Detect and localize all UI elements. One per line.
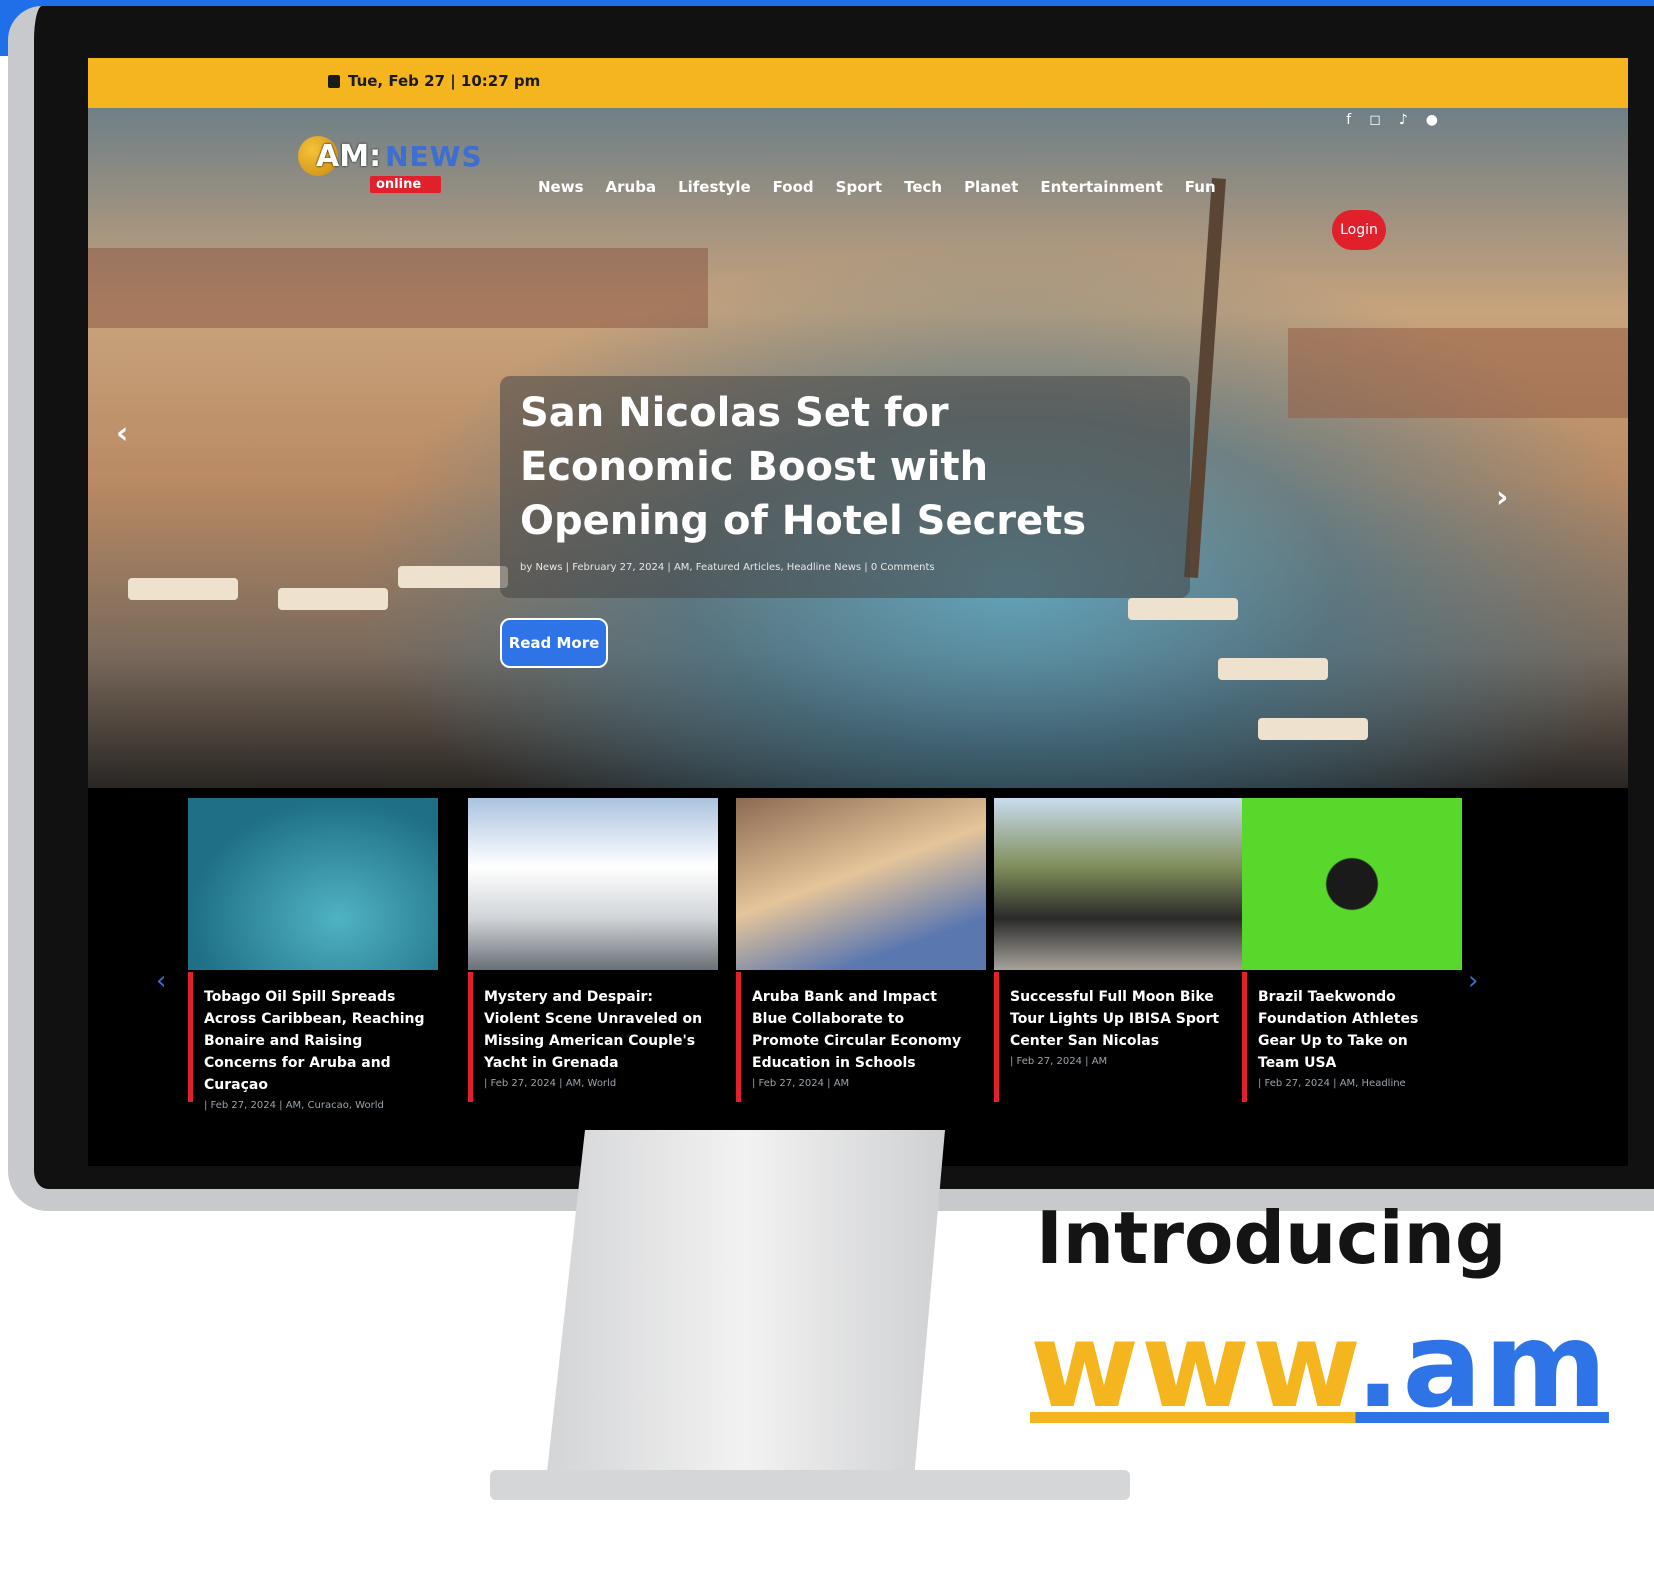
website-screen: Tue, Feb 27 | 10:27 pm San Nicolas Set f…	[88, 58, 1628, 1166]
news-card[interactable]: Tobago Oil Spill Spreads Across Caribbea…	[188, 798, 438, 1148]
nav-item-sport[interactable]: Sport	[836, 178, 882, 196]
news-card[interactable]: Mystery and Despair: Violent Scene Unrav…	[468, 798, 718, 1148]
card-accent-bar	[994, 972, 999, 1102]
card-meta: | Feb 27, 2024 | AM	[1010, 1056, 1108, 1067]
hero-bg-lounger	[278, 588, 388, 610]
logo-am: AM:	[316, 138, 382, 174]
hero-bg-lounger	[1258, 718, 1368, 740]
cards-next-arrow[interactable]: ›	[1468, 966, 1478, 996]
card-image-bike-tour	[994, 798, 1244, 970]
hero-next-arrow[interactable]: ›	[1496, 480, 1508, 515]
card-image-taekwondo-shirt	[1242, 798, 1462, 970]
nav-item-entertainment[interactable]: Entertainment	[1040, 178, 1162, 196]
nav-item-aruba[interactable]: Aruba	[606, 178, 657, 196]
card-meta: | Feb 27, 2024 | AM, World	[484, 1078, 617, 1089]
monitor-stand	[545, 1130, 945, 1490]
card-meta: | Feb 27, 2024 | AM, Curacao, World	[204, 1100, 384, 1111]
card-image-yacht	[468, 798, 718, 970]
cards-prev-arrow[interactable]: ‹	[156, 966, 166, 996]
hero-prev-arrow[interactable]: ‹	[116, 416, 128, 451]
read-more-button[interactable]: Read More	[500, 618, 608, 668]
login-button[interactable]: Login	[1332, 210, 1386, 250]
url-domain: .am	[1355, 1296, 1609, 1434]
date-text: Tue, Feb 27 | 10:27 pm	[348, 72, 541, 90]
card-accent-bar	[1242, 972, 1247, 1102]
hero-headline[interactable]: San Nicolas Set for Economic Boost with …	[520, 386, 1170, 548]
news-card[interactable]: Successful Full Moon Bike Tour Lights Up…	[994, 798, 1244, 1148]
site-logo[interactable]: AM: NEWS online	[298, 136, 483, 193]
youtube-icon[interactable]: ●	[1426, 112, 1438, 128]
url-www: www	[1030, 1296, 1356, 1434]
card-meta: | Feb 27, 2024 | AM, Headline	[1258, 1078, 1406, 1089]
card-title[interactable]: Mystery and Despair: Violent Scene Unrav…	[484, 986, 708, 1074]
nav-item-tech[interactable]: Tech	[904, 178, 942, 196]
social-links: f ◻ ♪ ●	[1346, 112, 1438, 128]
facebook-icon[interactable]: f	[1346, 112, 1351, 128]
card-image-oil-spill	[188, 798, 438, 970]
card-title[interactable]: Brazil Taekwondo Foundation Athletes Gea…	[1258, 986, 1452, 1074]
hero-bg-lounger	[1128, 598, 1238, 620]
nav-item-food[interactable]: Food	[773, 178, 814, 196]
card-title[interactable]: Tobago Oil Spill Spreads Across Caribbea…	[204, 986, 428, 1096]
nav-item-news[interactable]: News	[538, 178, 584, 196]
card-accent-bar	[468, 972, 473, 1102]
nav-item-planet[interactable]: Planet	[964, 178, 1018, 196]
hero-bg-terrace-left	[88, 248, 708, 328]
date-display: Tue, Feb 27 | 10:27 pm	[328, 72, 540, 90]
card-accent-bar	[736, 972, 741, 1102]
top-info-bar: Tue, Feb 27 | 10:27 pm	[88, 58, 1628, 108]
hero-headline-box: San Nicolas Set for Economic Boost with …	[500, 376, 1190, 598]
card-title[interactable]: Aruba Bank and Impact Blue Collaborate t…	[752, 986, 976, 1074]
hero-bg-palm	[1184, 177, 1226, 579]
card-image-classroom	[736, 798, 986, 970]
website-url-text: www.am	[1030, 1296, 1609, 1434]
nav-item-fun[interactable]: Fun	[1185, 178, 1216, 196]
news-cards-row: Tobago Oil Spill Spreads Across Caribbea…	[188, 798, 1488, 1148]
news-card[interactable]: Aruba Bank and Impact Blue Collaborate t…	[736, 798, 986, 1148]
hero-bg-terrace-right	[1288, 328, 1628, 418]
tiktok-icon[interactable]: ♪	[1399, 112, 1408, 128]
main-nav: News Aruba Lifestyle Food Sport Tech Pla…	[538, 178, 1216, 196]
logo-news: NEWS	[385, 139, 483, 173]
card-meta: | Feb 27, 2024 | AM	[752, 1078, 850, 1089]
introducing-heading: Introducing	[1036, 1196, 1507, 1280]
hero-meta: by News | February 27, 2024 | AM, Featur…	[520, 562, 935, 573]
nav-item-lifestyle[interactable]: Lifestyle	[678, 178, 751, 196]
logo-online-badge: online	[370, 176, 442, 193]
card-accent-bar	[188, 972, 193, 1102]
hero-bg-lounger	[128, 578, 238, 600]
hero-bg-lounger	[1218, 658, 1328, 680]
instagram-icon[interactable]: ◻	[1369, 112, 1381, 128]
hero-bg-lounger	[398, 566, 508, 588]
monitor-base	[490, 1470, 1130, 1500]
calendar-icon	[328, 74, 340, 88]
card-title[interactable]: Successful Full Moon Bike Tour Lights Up…	[1010, 986, 1234, 1052]
hero-slider: San Nicolas Set for Economic Boost with …	[88, 108, 1628, 788]
news-card[interactable]: Brazil Taekwondo Foundation Athletes Gea…	[1242, 798, 1462, 1148]
